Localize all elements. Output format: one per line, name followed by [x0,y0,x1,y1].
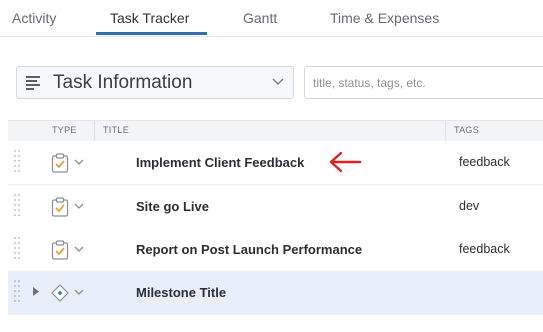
task-title[interactable]: Site go Live [136,199,209,214]
expand-caret-icon[interactable] [33,287,39,296]
drag-handle-icon[interactable] [14,236,20,262]
table-header: TYPE TITLE TAGS [8,120,543,142]
task-tag: feedback [459,242,510,256]
drag-handle-icon[interactable] [14,193,20,219]
drag-handle-icon[interactable] [14,149,20,175]
task-clipboard-icon [51,197,69,217]
milestone-title[interactable]: Milestone Title [136,285,226,300]
chevron-down-icon[interactable] [74,289,84,296]
tab-task-tracker[interactable]: Task Tracker [110,10,189,26]
red-arrow-left-icon [329,151,362,173]
view-select-dropdown[interactable]: Task Information [16,66,294,99]
task-title[interactable]: Report on Post Launch Performance [136,242,362,257]
task-clipboard-icon [51,153,69,173]
tab-time-expenses[interactable]: Time & Expenses [330,10,439,26]
task-clipboard-icon [51,240,69,260]
chevron-down-icon[interactable] [74,246,84,253]
column-header-type[interactable]: TYPE [52,125,77,135]
task-tag: dev [459,199,480,213]
chevron-down-icon[interactable] [74,203,84,210]
table-row-milestone[interactable]: Milestone Title [8,271,543,315]
milestone-diamond-icon [51,284,69,302]
tab-gantt[interactable]: Gantt [243,10,277,26]
table-row[interactable]: Site go Live dev [8,185,543,229]
search-input[interactable] [304,66,543,99]
column-divider[interactable] [94,121,95,141]
list-icon [26,76,40,90]
table-row[interactable]: Implement Client Feedback feedback [8,141,543,185]
chevron-down-icon[interactable] [74,159,84,166]
column-divider[interactable] [445,121,446,141]
view-select-label: Task Information [53,72,193,93]
task-tag: feedback [459,155,510,169]
active-tab-indicator [96,32,207,35]
drag-handle-icon[interactable] [14,279,20,305]
task-title[interactable]: Implement Client Feedback [136,155,304,170]
table-row[interactable]: Report on Post Launch Performance feedba… [8,228,543,272]
chevron-down-icon [272,78,284,86]
column-header-tags[interactable]: TAGS [454,125,479,135]
column-header-title[interactable]: TITLE [103,125,129,135]
tab-activity[interactable]: Activity [12,10,56,26]
tab-bar: Activity Task Tracker Gantt Time & Expen… [0,0,543,37]
